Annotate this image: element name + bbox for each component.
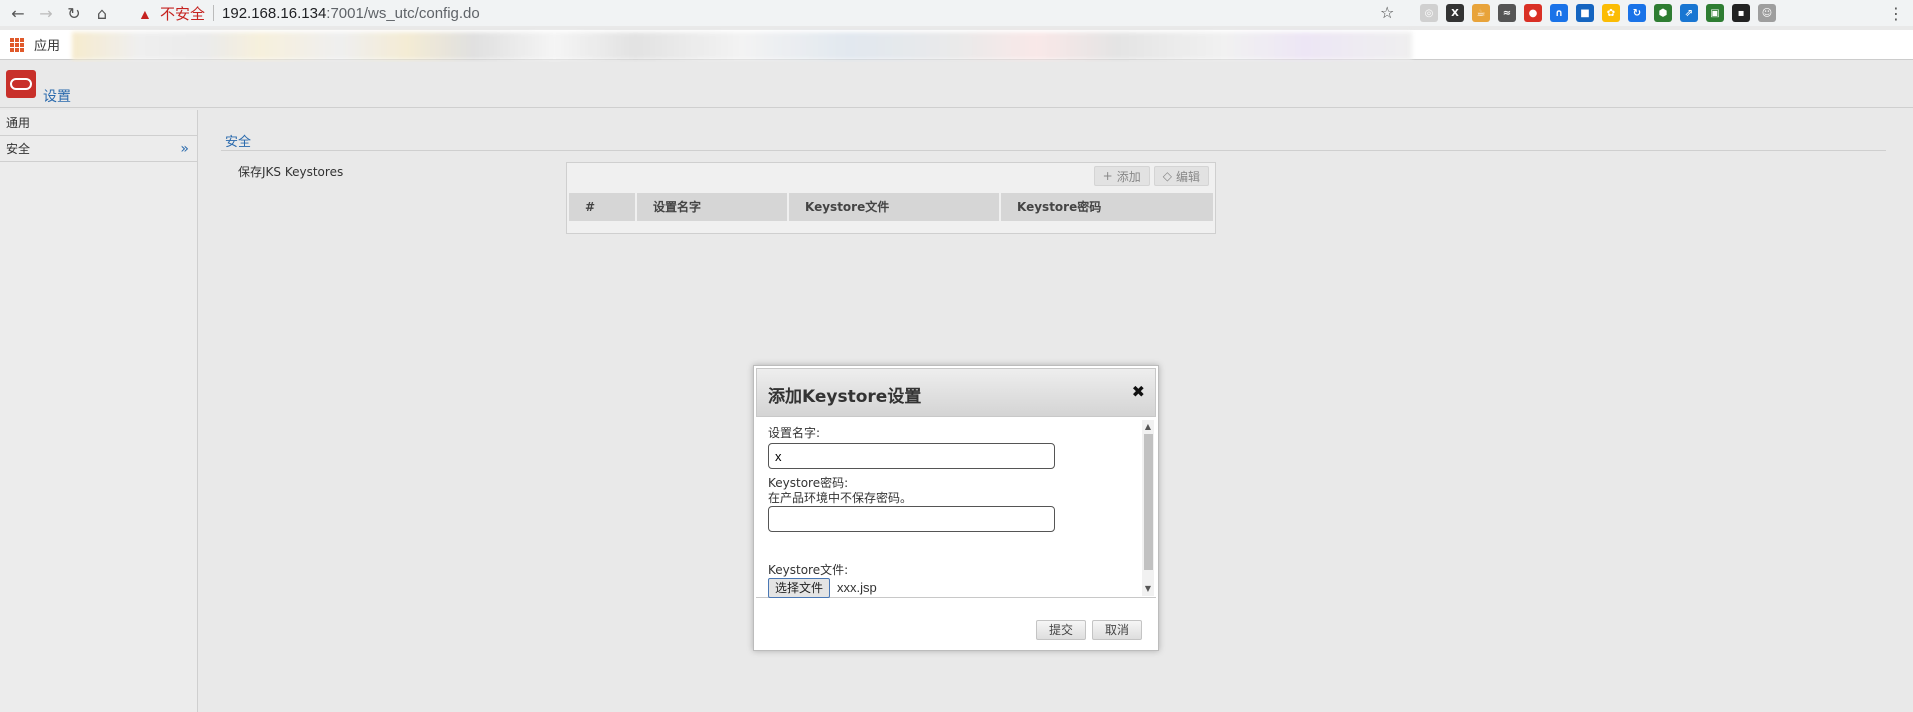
url-path: :7001/ws_utc/config.do <box>326 4 480 22</box>
add-button-label: 添加 <box>1116 169 1141 184</box>
url-host: 192.168.16.134 <box>222 4 327 22</box>
selected-file-name: xxx.jsp <box>837 580 877 595</box>
dialog-title: 添加Keystore设置 <box>768 387 922 407</box>
page-title: 设置 <box>43 89 71 105</box>
reload-icon[interactable]: ↻ <box>60 0 88 26</box>
edit-button[interactable]: ◇ 编辑 <box>1153 166 1209 186</box>
dialog-scrollbar[interactable]: ▲ ▼ <box>1142 420 1154 596</box>
profile-avatar-icon[interactable]: ☺ <box>1758 4 1776 22</box>
column-header-name[interactable]: 设置名字 <box>637 193 789 221</box>
cancel-button[interactable]: 取消 <box>1091 620 1142 640</box>
table-header: # 设置名字 Keystore文件 Keystore密码 <box>569 193 1215 221</box>
keystores-label: 保存JKS Keystores <box>238 165 344 179</box>
choose-file-button[interactable]: 选择文件 <box>768 578 831 598</box>
grid-toolbar: + 添加 ◇ 编辑 <box>567 163 1215 189</box>
omnibox-separator <box>213 5 215 21</box>
edit-button-label: 编辑 <box>1175 169 1200 184</box>
add-keystore-dialog: 添加Keystore设置 ✖ 设置名字: Keystore密码: 在产品环境中不… <box>753 365 1159 651</box>
dialog-footer: 提交 取消 <box>1035 620 1142 640</box>
address-bar[interactable]: ▲ 不安全 192.168.16.134 :7001/ws_utc/config… <box>138 2 480 24</box>
scroll-up-arrow-icon[interactable]: ▲ <box>1142 420 1154 434</box>
warning-icon: ▲ <box>138 6 152 22</box>
ext-shield-icon[interactable]: ⬢ <box>1654 4 1672 22</box>
name-input[interactable] <box>768 443 1055 469</box>
plus-icon: + <box>1102 169 1113 183</box>
scroll-thumb[interactable] <box>1144 434 1153 570</box>
password-input[interactable] <box>768 506 1055 532</box>
sidebar-item-general[interactable]: 通用 <box>0 110 197 136</box>
back-arrow-icon[interactable]: ← <box>4 0 32 26</box>
ext-mixed-icon[interactable]: ◎ <box>1420 4 1438 22</box>
extensions-area: ◎ X ☕ ≈ ● ∩ ■ ✿ ↻ ⬢ ⇗ ▣ ▪ ☺ <box>1420 4 1776 22</box>
section-divider <box>221 150 1886 151</box>
apps-bookmark[interactable]: 应用 <box>34 35 60 54</box>
ext-blue-icon[interactable]: ■ <box>1576 4 1594 22</box>
home-icon[interactable]: ⌂ <box>88 0 116 26</box>
ext-color-icon[interactable]: ✿ <box>1602 4 1620 22</box>
column-header-index[interactable]: # <box>569 193 637 221</box>
password-hint: 在产品环境中不保存密码。 <box>768 491 913 505</box>
browser-menu-icon[interactable]: ⋮ <box>1888 4 1904 23</box>
submit-button[interactable]: 提交 <box>1035 620 1086 640</box>
double-chevron-right-icon: » <box>180 141 189 157</box>
sidebar-item-label: 安全 <box>6 142 31 156</box>
ext-sync-icon[interactable]: ↻ <box>1628 4 1646 22</box>
column-header-file[interactable]: Keystore文件 <box>789 193 1001 221</box>
ext-java-icon[interactable]: ☕ <box>1472 4 1490 22</box>
dialog-body: 设置名字: Keystore密码: 在产品环境中不保存密码。 Keystore文… <box>756 418 1156 598</box>
name-label: 设置名字: <box>768 426 821 440</box>
ext-stop-icon[interactable]: ● <box>1524 4 1542 22</box>
ext-dark-icon[interactable]: ▪ <box>1732 4 1750 22</box>
forward-arrow-icon[interactable]: → <box>32 0 60 26</box>
bookmark-star-icon[interactable]: ☆ <box>1380 3 1394 22</box>
sidebar-item-label: 通用 <box>6 116 31 130</box>
sidebar: 通用 安全 » <box>0 110 198 712</box>
close-icon[interactable]: ✖ <box>1132 382 1145 401</box>
ext-x-icon[interactable]: X <box>1446 4 1464 22</box>
ext-green-icon[interactable]: ▣ <box>1706 4 1724 22</box>
file-label: Keystore文件: <box>768 563 849 577</box>
ext-arch-icon[interactable]: ∩ <box>1550 4 1568 22</box>
column-header-password[interactable]: Keystore密码 <box>1001 193 1215 221</box>
dialog-title-bar[interactable]: 添加Keystore设置 ✖ <box>756 368 1156 417</box>
security-status: 不安全 <box>160 5 206 23</box>
section-title: 安全 <box>225 135 252 150</box>
ext-link-icon[interactable]: ⇗ <box>1680 4 1698 22</box>
oracle-logo-icon <box>6 70 36 98</box>
tag-icon: ◇ <box>1162 169 1172 183</box>
sidebar-item-security[interactable]: 安全 » <box>0 136 197 162</box>
blurred-bookmarks <box>72 32 1412 60</box>
keystores-grid: + 添加 ◇ 编辑 # 设置名字 Keystore文件 Keystore密码 <box>566 162 1216 234</box>
browser-toolbar: ← → ↻ ⌂ ▲ 不安全 192.168.16.134 :7001/ws_ut… <box>0 0 1913 26</box>
ext-graph-icon[interactable]: ≈ <box>1498 4 1516 22</box>
add-button[interactable]: + 添加 <box>1093 166 1150 186</box>
apps-grid-icon[interactable] <box>10 37 24 52</box>
scroll-down-arrow-icon[interactable]: ▼ <box>1142 582 1154 596</box>
app-header: 设置 <box>0 62 1913 108</box>
